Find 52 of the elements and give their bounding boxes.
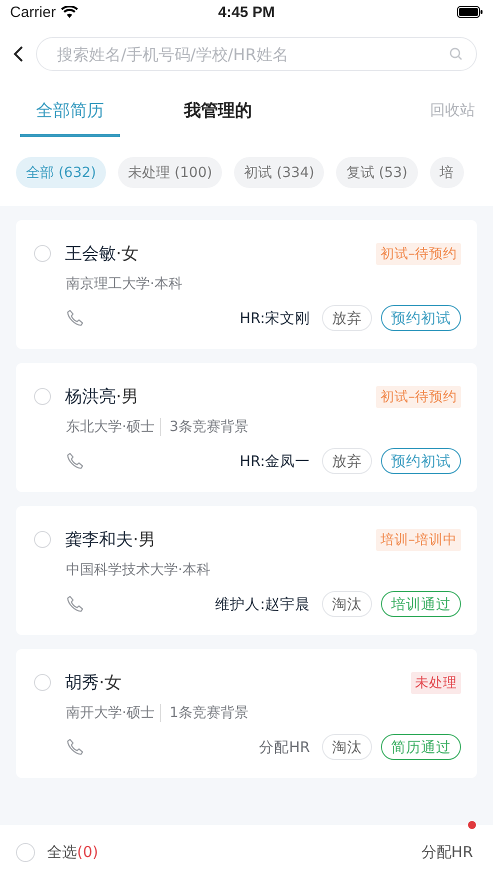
- status-tag: 初试–待预约: [376, 242, 461, 264]
- phone-icon[interactable]: [66, 738, 84, 756]
- action-button[interactable]: 简历通过: [381, 734, 461, 760]
- phone-icon[interactable]: [66, 595, 84, 613]
- candidate-name: 杨洪亮·男: [65, 386, 140, 408]
- status-tag: 培训–培训中: [376, 528, 461, 550]
- checkbox[interactable]: [34, 388, 51, 405]
- reject-button[interactable]: 淘汰: [322, 591, 372, 617]
- selected-count: (0): [77, 843, 98, 861]
- select-all-checkbox[interactable]: [16, 842, 35, 862]
- owner-label: HR:宋文刚: [240, 310, 310, 328]
- phone-icon[interactable]: [66, 309, 84, 327]
- search-icon: [449, 47, 463, 61]
- assign-hr-button[interactable]: 分配HR: [415, 842, 479, 862]
- reject-button[interactable]: 淘汰: [322, 734, 372, 760]
- status-tag: 未处理: [411, 672, 461, 694]
- reject-button[interactable]: 放弃: [322, 305, 372, 331]
- competition-background: 1条竞赛背景: [160, 704, 248, 722]
- carrier-label: Carrier: [10, 4, 56, 20]
- filter-chip[interactable]: 培: [430, 157, 464, 188]
- candidate-name: 王会敏·女: [65, 243, 140, 265]
- filter-chip[interactable]: 未处理 (100): [118, 157, 222, 188]
- search-field[interactable]: 搜索姓名/手机号码/学校/HR姓名: [36, 37, 477, 71]
- filter-chip[interactable]: 全部 (632): [16, 157, 106, 188]
- status-tag: 初试–待预约: [376, 386, 461, 408]
- filter-chip[interactable]: 初试 (334): [234, 157, 324, 188]
- candidate-name: 胡秀·女: [65, 672, 122, 694]
- phone-icon[interactable]: [66, 452, 84, 470]
- school-degree: 南京理工大学·本科: [66, 275, 182, 293]
- back-icon[interactable]: [12, 45, 24, 63]
- select-all-label: 全选: [47, 842, 77, 862]
- action-button[interactable]: 预约初试: [381, 305, 461, 331]
- checkbox[interactable]: [34, 531, 51, 548]
- recycle-bin-link[interactable]: 回收站: [430, 99, 475, 120]
- action-button[interactable]: 培训通过: [381, 591, 461, 617]
- wifi-icon: [60, 6, 78, 18]
- assign-hr-link[interactable]: 分配HR: [259, 738, 310, 756]
- school-degree: 南开大学·硕士: [66, 704, 154, 722]
- battery-icon: [457, 6, 484, 18]
- action-button[interactable]: 预约初试: [381, 448, 461, 474]
- checkbox[interactable]: [34, 245, 51, 262]
- competition-background: 3条竞赛背景: [160, 418, 248, 436]
- tab[interactable]: 我管理的: [168, 99, 268, 137]
- candidate-name: 龚李和夫·男: [65, 529, 156, 551]
- filter-chip[interactable]: 复试 (53): [336, 157, 418, 188]
- school-degree: 中国科学技术大学·本科: [66, 561, 210, 579]
- owner-label: 维护人:赵宇晨: [215, 596, 310, 614]
- school-degree: 东北大学·硕士: [66, 418, 154, 436]
- checkbox[interactable]: [34, 674, 51, 691]
- reject-button[interactable]: 放弃: [322, 448, 372, 474]
- status-time: 4:45 PM: [218, 4, 275, 20]
- owner-label: HR:金凤一: [240, 452, 310, 470]
